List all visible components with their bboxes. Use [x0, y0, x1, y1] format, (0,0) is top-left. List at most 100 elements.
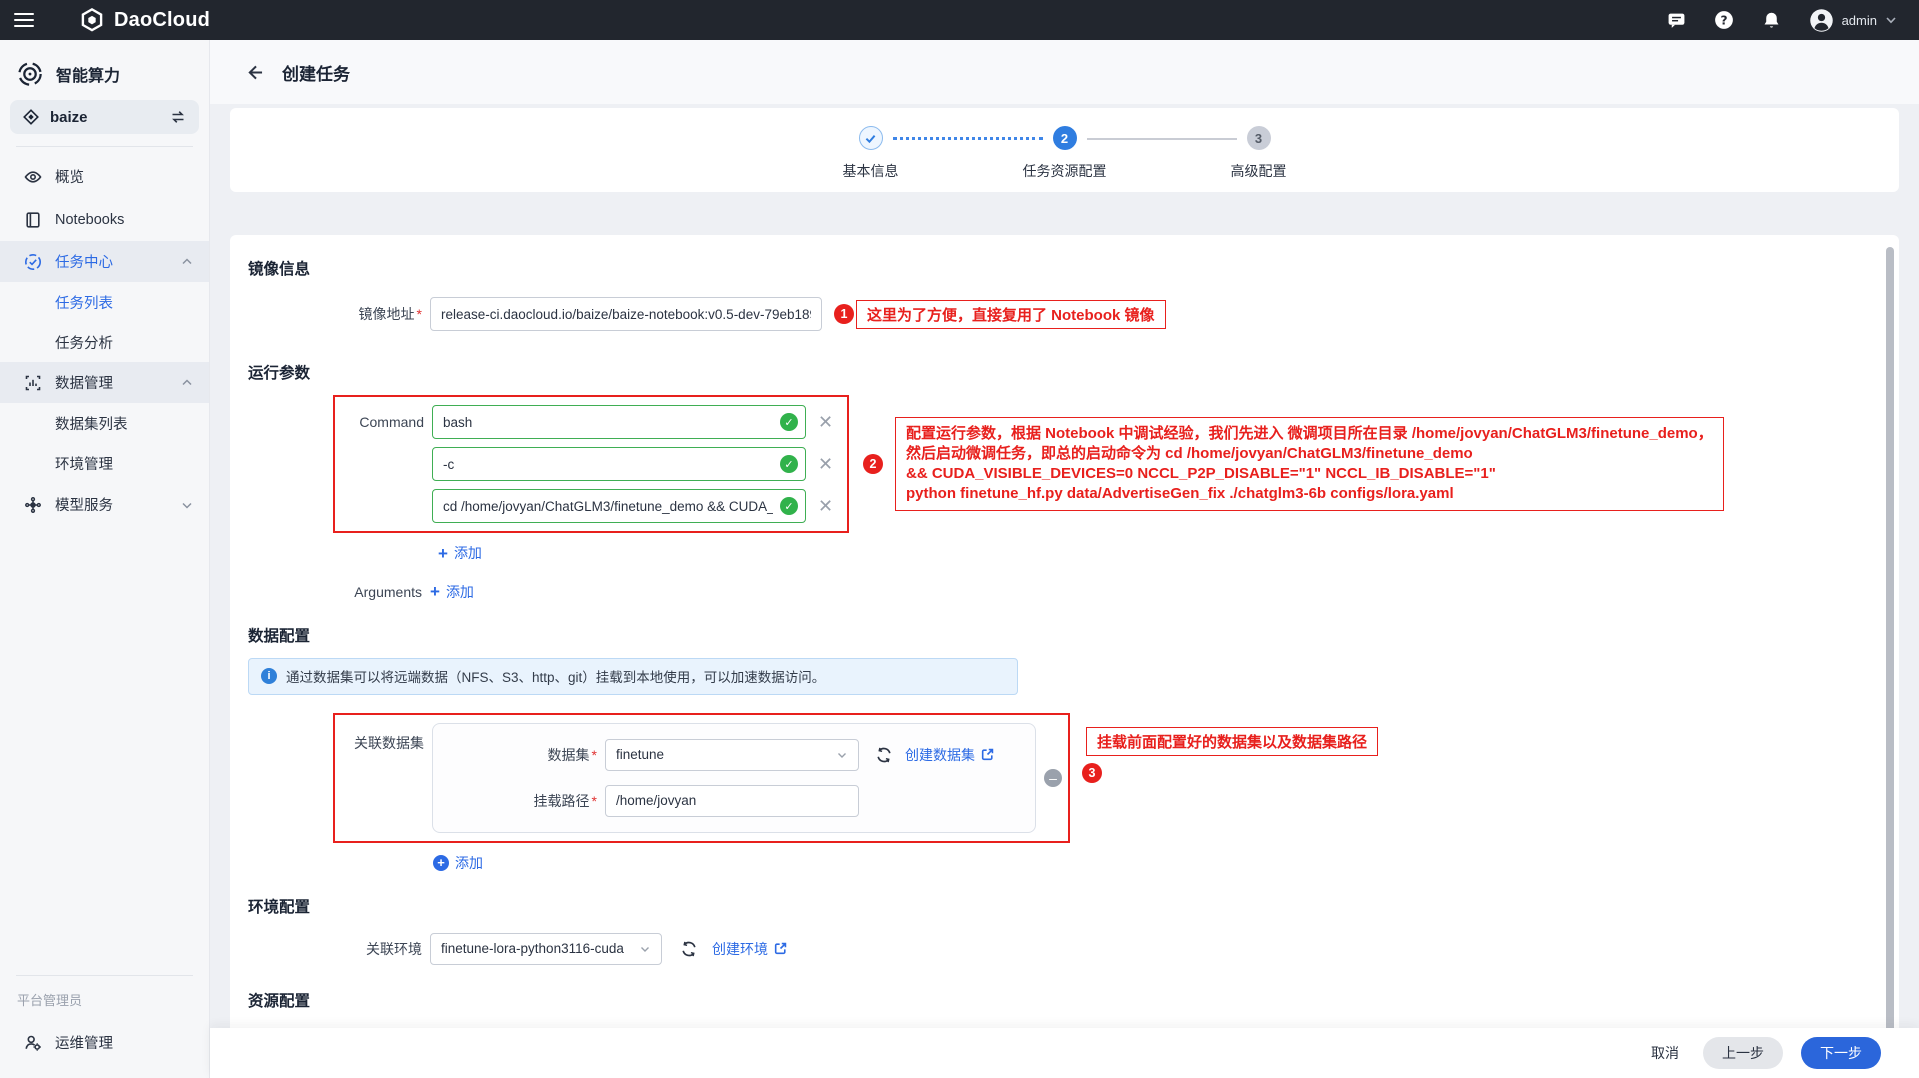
- command-row: ✓ ✕: [335, 489, 837, 523]
- required-asterisk: *: [592, 747, 597, 763]
- plus-icon: +: [430, 583, 440, 600]
- user-menu[interactable]: admin: [1809, 8, 1897, 33]
- sidebar-item-overview[interactable]: 概览: [0, 155, 209, 198]
- form-card: 镜像信息 镜像地址* 1 这里为了方便，直接复用了 Notebook 镜像 运行…: [230, 235, 1899, 1048]
- valid-check-icon: ✓: [780, 413, 798, 431]
- module-header: 智能算力: [0, 40, 209, 87]
- switch-workspace-icon[interactable]: [169, 108, 187, 126]
- mount-path-input[interactable]: [605, 785, 859, 817]
- annotation-text-2: 配置运行参数，根据 Notebook 中调试经验，我们先进入 微调项目所在目录 …: [895, 417, 1724, 511]
- page-title: 创建任务: [282, 60, 350, 85]
- divider: [16, 146, 193, 147]
- sidebar-item-model-service[interactable]: 模型服务: [0, 483, 209, 526]
- workspace-icon: [22, 108, 40, 126]
- external-link-icon: [980, 747, 995, 762]
- sidebar: 智能算力 baize 概览 Notebooks 任务中心: [0, 40, 210, 1078]
- scrollbar-thumb[interactable]: [1886, 247, 1894, 1040]
- annotation-badge-3: 3: [1082, 763, 1102, 783]
- sidebar-item-task-center[interactable]: 任务中心: [0, 241, 209, 282]
- refresh-environments-icon[interactable]: [680, 940, 698, 958]
- dataset-annotation-frame: 关联数据集 数据集* finetune 创建数据集: [333, 713, 1070, 843]
- svg-text:?: ?: [1720, 13, 1727, 27]
- workspace-name: baize: [50, 109, 88, 126]
- next-step-button[interactable]: 下一步: [1801, 1037, 1881, 1069]
- cancel-button[interactable]: 取消: [1645, 1037, 1685, 1069]
- required-asterisk: *: [417, 306, 422, 322]
- remove-command-icon[interactable]: ✕: [818, 413, 833, 431]
- brand: DaoCloud: [79, 7, 210, 33]
- chevron-down-icon: [1885, 14, 1897, 26]
- dataset-select-row: 数据集* finetune 创建数据集: [433, 739, 1035, 771]
- step-task-resource-config: 2 任务资源配置: [1053, 126, 1077, 181]
- platform-admin-label: 平台管理员: [0, 976, 209, 1021]
- add-argument-button[interactable]: + 添加: [430, 582, 474, 602]
- remove-dataset-icon[interactable]: –: [1044, 769, 1062, 787]
- sidebar-item-notebooks[interactable]: Notebooks: [0, 198, 209, 241]
- module-title: 智能算力: [56, 62, 120, 86]
- dataset-group-label: 关联数据集: [335, 723, 432, 833]
- external-link-icon: [773, 941, 788, 956]
- create-dataset-link[interactable]: 创建数据集: [905, 745, 995, 765]
- remove-command-icon[interactable]: ✕: [818, 497, 833, 515]
- command-row: ✓ ✕: [335, 447, 837, 481]
- back-arrow-icon[interactable]: [246, 63, 265, 82]
- plus-icon: +: [438, 545, 448, 562]
- plus-circle-icon: +: [433, 855, 449, 871]
- refresh-datasets-icon[interactable]: [875, 746, 893, 764]
- section-image-info: 镜像信息: [248, 257, 1899, 279]
- remove-command-icon[interactable]: ✕: [818, 455, 833, 473]
- command-input-3[interactable]: [432, 489, 806, 523]
- wizard-footer: 取消 上一步 下一步: [210, 1028, 1919, 1078]
- chevron-down-icon: [639, 943, 651, 955]
- mount-path-row: 挂载路径*: [433, 785, 1035, 817]
- username: admin: [1842, 13, 1877, 28]
- hamburger-menu-icon[interactable]: [14, 13, 34, 27]
- chevron-down-icon: [181, 499, 193, 511]
- step-basic-info: 基本信息: [859, 126, 883, 181]
- sidebar-item-ops-management[interactable]: 运维管理: [0, 1021, 209, 1064]
- environment-row: 关联环境 finetune-lora-python3116-cuda 创建环境: [230, 933, 1899, 965]
- dataset-info-banner: i 通过数据集可以将远端数据（NFS、S3、http、git）挂载到本地使用，可…: [248, 658, 1018, 695]
- sidebar-item-task-analysis[interactable]: 任务分析: [0, 322, 209, 362]
- sidebar-item-environment-management[interactable]: 环境管理: [0, 443, 209, 483]
- previous-step-button[interactable]: 上一步: [1703, 1037, 1783, 1069]
- environment-select[interactable]: finetune-lora-python3116-cuda: [430, 933, 662, 965]
- command-input-1[interactable]: [432, 405, 806, 439]
- check-icon: [864, 132, 877, 145]
- step-connector-pending: [1087, 138, 1237, 140]
- dataset-select[interactable]: finetune: [605, 739, 859, 771]
- notifications-bell-icon[interactable]: [1762, 11, 1781, 30]
- dataset-card: 数据集* finetune 创建数据集: [432, 723, 1036, 833]
- feedback-icon[interactable]: [1667, 11, 1686, 30]
- notebook-icon: [24, 211, 42, 229]
- workspace-selector[interactable]: baize: [10, 100, 199, 134]
- annotation-badge-2: 2: [863, 454, 883, 474]
- ops-management-icon: [24, 1034, 42, 1052]
- data-management-icon: [24, 374, 42, 392]
- chevron-down-icon: [836, 749, 848, 761]
- image-address-input[interactable]: [430, 297, 822, 331]
- create-environment-link[interactable]: 创建环境: [712, 939, 788, 959]
- section-data-config: 数据配置: [248, 624, 1899, 646]
- help-icon[interactable]: ?: [1714, 10, 1734, 30]
- eye-icon: [24, 168, 42, 186]
- brand-name: DaoCloud: [114, 9, 210, 32]
- add-dataset-button[interactable]: + 添加: [433, 853, 483, 873]
- sidebar-item-dataset-list[interactable]: 数据集列表: [0, 403, 209, 443]
- image-address-row: 镜像地址* 1 这里为了方便，直接复用了 Notebook 镜像: [230, 297, 1899, 331]
- command-annotation-frame: Command ✓ ✕ ✓ ✕ ✓: [333, 395, 849, 533]
- section-resource-config: 资源配置: [248, 989, 1899, 1011]
- sidebar-item-task-list[interactable]: 任务列表: [0, 282, 209, 322]
- step-connector-done: [893, 137, 1043, 140]
- command-input-2[interactable]: [432, 447, 806, 481]
- annotation-text-3: 挂载前面配置好的数据集以及数据集路径: [1086, 727, 1378, 756]
- add-command-button[interactable]: + 添加: [438, 543, 482, 563]
- section-run-params: 运行参数: [248, 361, 1899, 383]
- stepper: 基本信息 2 任务资源配置 3 高级配置: [230, 108, 1899, 192]
- info-icon: i: [261, 668, 277, 684]
- sidebar-item-data-management[interactable]: 数据管理: [0, 362, 209, 403]
- task-center-icon: [24, 253, 42, 271]
- annotation-badge-1: 1: [834, 304, 854, 324]
- chevron-up-icon: [181, 377, 193, 389]
- model-service-icon: [24, 496, 42, 514]
